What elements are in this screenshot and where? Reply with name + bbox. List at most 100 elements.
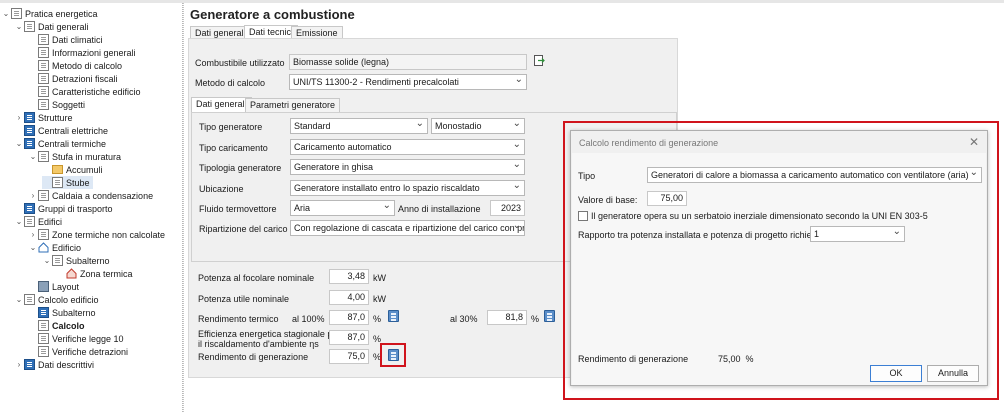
layout-icon [38,281,49,292]
highlight-box [380,343,406,367]
combustibile-field[interactable]: Biomasse solide (legna) [289,54,527,70]
fluido-label: Fluido termovettore [199,204,277,214]
anno-field[interactable]: 2023 [490,200,525,216]
ok-button[interactable]: OK [870,365,922,382]
tree-item-detrazioni-fiscali[interactable]: Detrazioni fiscali [28,72,118,85]
doc-icon [38,151,49,162]
tree-item-dati-descrittivi[interactable]: › Dati descrittivi [14,358,94,371]
tipo-caricamento-label: Tipo caricamento [199,143,268,153]
doc-icon [38,229,49,240]
tipologia-select[interactable]: Generatore in ghisa [290,159,525,175]
chevron-right-icon[interactable]: › [28,191,38,200]
rendimento-gen-field[interactable]: 75,0 [329,349,369,364]
tree-item-calcolo[interactable]: Calcolo [28,319,85,332]
fluido-select[interactable]: Aria [290,200,395,216]
doc-icon [38,34,49,45]
tree-item-accumuli[interactable]: Accumuli [42,163,103,176]
percent-unit: % [531,314,540,324]
tree-item-edificio[interactable]: ⌄ Edificio [28,241,81,254]
tree-item-subalterno-calc[interactable]: Subalterno [28,306,96,319]
tree-item-layout[interactable]: Layout [28,280,79,293]
serbatoio-checkbox[interactable] [578,211,588,221]
chevron-down-icon[interactable]: ⌄ [14,22,24,31]
tree-item-dati-climatici[interactable]: Dati climatici [28,33,103,46]
tree-item-gruppi-trasporto[interactable]: Gruppi di trasporto [14,202,113,215]
tipo-caricamento-select[interactable]: Caricamento automatico [290,139,525,155]
chevron-down-icon[interactable]: ⌄ [28,243,38,252]
efficienza-field[interactable]: 87,0 [329,330,369,345]
chevron-down-icon[interactable]: ⌄ [14,139,24,148]
dialog-rendimento-label: Rendimento di generazione [578,354,689,364]
dialog-rendimento-value: 75,00 % [718,354,754,364]
tree-item-zona-termica[interactable]: Zona termica [56,267,133,280]
ubicazione-select[interactable]: Generatore installato entro lo spazio ri… [290,180,525,196]
inner-tab-parametri-generatore[interactable]: Parametri generatore [245,98,341,112]
doc-icon [38,320,49,331]
chevron-down-icon[interactable]: ⌄ [14,217,24,226]
tree-item-caldaia-condensazione[interactable]: › Caldaia a condensazione [28,189,153,202]
inner-tab-dati-generali[interactable]: Dati generali [191,97,252,112]
chevron-down-icon[interactable]: ⌄ [42,256,52,265]
dialog-tipo-label: Tipo [578,171,596,181]
potenza-focolare-field[interactable]: 3,48 [329,269,369,284]
stadi-select[interactable]: Monostadio [431,118,525,134]
valore-base-label: Valore di base: [578,195,638,205]
tree-item-stube[interactable]: Stube [42,176,93,189]
chevron-down-icon[interactable]: ⌄ [1,9,11,18]
house-icon [66,268,77,279]
rapporto-select[interactable]: 1 [810,226,905,242]
dialog-tipo-select[interactable]: Generatori di calore a biomassa a carica… [647,167,982,183]
ripartizione-select[interactable]: Con regolazione di cascata e ripartizion… [290,220,525,236]
tipo-generatore-select[interactable]: Standard [290,118,428,134]
close-icon[interactable]: ✕ [969,135,979,149]
al30-field[interactable]: 81,8 [487,310,527,325]
potenza-utile-field[interactable]: 4,00 [329,290,369,305]
ubicazione-label: Ubicazione [199,184,244,194]
doc-icon [52,177,63,188]
al100-label: al 100% [292,314,325,324]
chevron-down-icon[interactable]: ⌄ [14,295,24,304]
tree-item-stufa-muratura[interactable]: ⌄ Stufa in muratura [28,150,121,163]
annulla-button[interactable]: Annulla [927,365,979,382]
tree-item-caratteristiche-edificio[interactable]: Caratteristiche edificio [28,85,141,98]
al30-label: al 30% [450,314,478,324]
blue-doc-icon [24,112,35,123]
dialog-title: Calcolo rendimento di generazione [579,138,719,148]
house-icon [38,242,49,253]
tree-item-soggetti[interactable]: Soggetti [28,98,85,111]
tree-border [183,3,184,412]
open-link-icon[interactable] [533,54,545,67]
folder-icon [52,165,63,174]
al100-field[interactable]: 87,0 [329,310,369,325]
tree-item-centrali-elettriche[interactable]: Centrali elettriche [14,124,108,137]
metodo-select[interactable]: UNI/TS 11300-2 - Rendimenti precalcolati [289,74,527,90]
tipologia-label: Tipologia generatore [199,163,282,173]
tipo-generatore-label: Tipo generatore [199,122,263,132]
rapporto-label: Rapporto tra potenza installata e potenz… [578,230,827,240]
anno-label: Anno di installazione [398,204,481,214]
tree-item-subalterno[interactable]: ⌄ Subalterno [42,254,110,267]
chevron-right-icon[interactable]: › [14,360,24,369]
chevron-right-icon[interactable]: › [14,113,24,122]
tree-item-dati-generali[interactable]: ⌄ Dati generali [14,20,89,33]
kw-unit: kW [373,294,386,304]
chevron-down-icon[interactable]: ⌄ [28,152,38,161]
tree-item-pratica[interactable]: ⌄ Pratica energetica [1,7,98,20]
doc-icon [24,216,35,227]
tree-item-informazioni-generali[interactable]: Informazioni generali [28,46,136,59]
calculator-icon[interactable] [388,310,399,322]
doc-icon [38,99,49,110]
doc-icon [38,60,49,71]
tree-item-calcolo-edificio[interactable]: ⌄ Calcolo edificio [14,293,99,306]
tree-item-metodo-calcolo[interactable]: Metodo di calcolo [28,59,122,72]
valore-base-field[interactable]: 75,00 [647,191,687,206]
tree-item-edifici[interactable]: ⌄ Edifici [14,215,62,228]
calculator-icon[interactable] [544,310,555,322]
tree-item-centrali-termiche[interactable]: ⌄ Centrali termiche [14,137,106,150]
tree-item-verifiche-legge[interactable]: Verifiche legge 10 [28,332,124,345]
serbatoio-label: Il generatore opera su un serbatoio iner… [591,211,928,221]
tree-item-strutture[interactable]: › Strutture [14,111,73,124]
chevron-right-icon[interactable]: › [28,230,38,239]
tree-item-zone-non-calcolate[interactable]: › Zone termiche non calcolate [28,228,165,241]
tree-item-verifiche-detrazioni[interactable]: Verifiche detrazioni [28,345,128,358]
